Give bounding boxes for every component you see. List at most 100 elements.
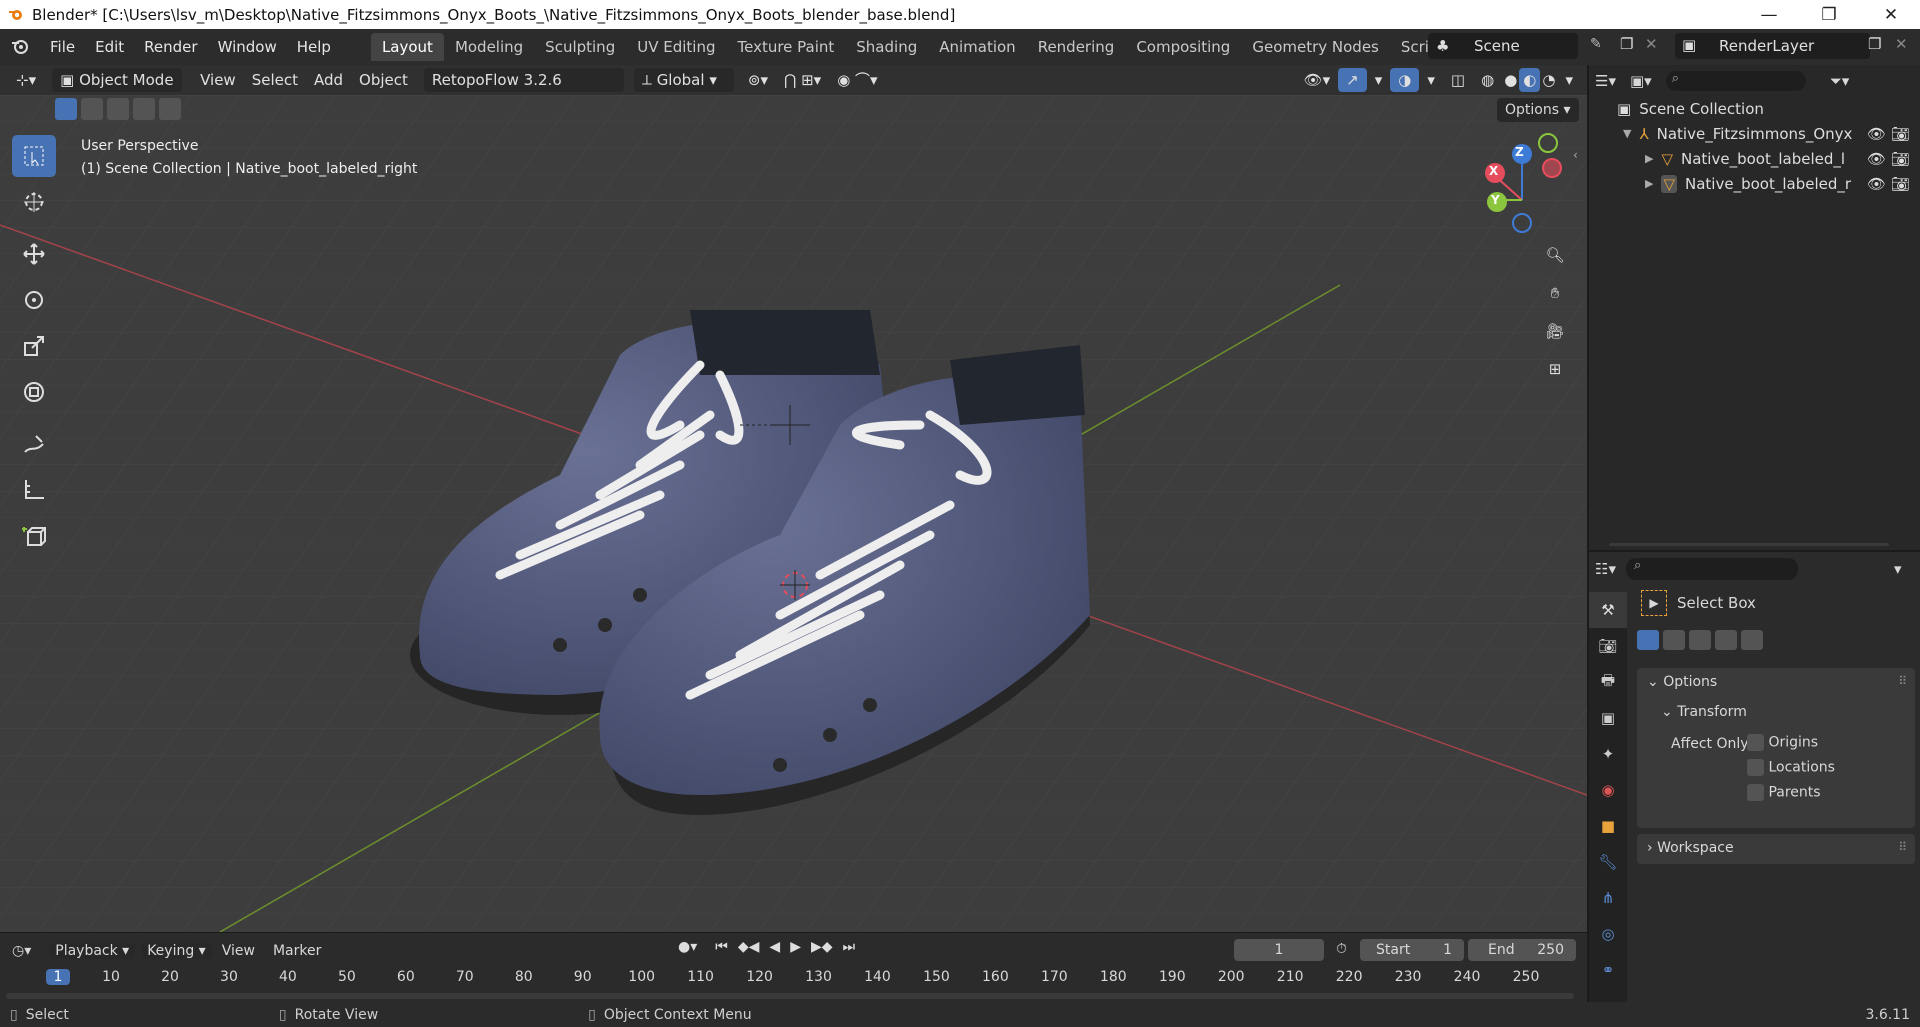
- render-camera-icon[interactable]: 📷︎: [1891, 125, 1910, 143]
- workspace-panel-header[interactable]: › Workspace: [1647, 840, 1734, 856]
- render-camera-icon[interactable]: 📷︎: [1891, 150, 1910, 168]
- gizmo-dropdown-icon[interactable]: ▾: [1367, 68, 1391, 92]
- menu-render[interactable]: Render: [134, 33, 207, 61]
- timeline-menu-marker[interactable]: Marker: [273, 943, 321, 959]
- properties-options-icon[interactable]: ▾: [1894, 560, 1902, 578]
- timeline-menu-playback[interactable]: Playback ▾: [49, 943, 136, 959]
- zoom-icon[interactable]: 🔍︎: [1536, 236, 1574, 274]
- object-tab-icon[interactable]: ■: [1589, 808, 1627, 844]
- start-frame-field[interactable]: Start 1: [1360, 939, 1464, 961]
- overlay-toggle-icon[interactable]: ◑: [1390, 68, 1420, 92]
- drag-handle-icon[interactable]: ⠿: [1898, 674, 1907, 688]
- particles-tab-icon[interactable]: ⋔: [1589, 880, 1627, 916]
- drag-handle-icon[interactable]: ⠿: [1898, 840, 1907, 854]
- menu-file[interactable]: File: [40, 33, 85, 61]
- parents-checkbox[interactable]: Parents: [1747, 784, 1821, 801]
- mode-selector[interactable]: ▣ Object Mode ▾: [52, 68, 183, 113]
- visibility-eye-icon[interactable]: 👁︎: [1867, 125, 1886, 143]
- outliner-scrollbar[interactable]: [1609, 543, 1889, 546]
- play-reverse-icon[interactable]: ◀: [769, 939, 780, 955]
- render-camera-icon[interactable]: 📷︎: [1891, 175, 1910, 193]
- properties-search-input[interactable]: ⌕: [1625, 558, 1798, 580]
- delete-view-layer-icon[interactable]: ✕: [1895, 35, 1908, 53]
- timeline-scrollbar[interactable]: [6, 993, 1574, 999]
- annotate-tool[interactable]: [12, 423, 56, 465]
- transform-tool[interactable]: [12, 371, 56, 413]
- outliner-display-mode-icon[interactable]: ▣▾: [1630, 72, 1652, 90]
- cursor-tool[interactable]: [12, 181, 56, 223]
- add-cube-tool[interactable]: [12, 515, 56, 557]
- mode-extend-icon[interactable]: [1663, 630, 1685, 650]
- wireframe-shading-icon[interactable]: ◍: [1473, 68, 1502, 92]
- viewport-menu-view[interactable]: View: [192, 68, 244, 92]
- viewport-menu-object[interactable]: Object: [351, 68, 416, 92]
- solid-shading-icon[interactable]: ●: [1502, 68, 1519, 92]
- ortho-grid-icon[interactable]: ⊞: [1536, 350, 1574, 388]
- overlay-dropdown-icon[interactable]: ▾: [1419, 68, 1443, 92]
- viewport-menu-add[interactable]: Add: [306, 68, 351, 92]
- transform-subpanel-header[interactable]: ⌄ Transform: [1661, 704, 1747, 720]
- delete-scene-icon[interactable]: ✕: [1645, 35, 1658, 53]
- camera-view-icon[interactable]: 🎥︎: [1536, 312, 1574, 350]
- snap-icon[interactable]: ⋂ ⊞▾: [776, 68, 829, 92]
- scene-selector[interactable]: Scene: [1428, 33, 1578, 59]
- mode-subtract-icon[interactable]: [1689, 630, 1711, 650]
- visibility-eye-icon[interactable]: 👁︎: [1867, 150, 1886, 168]
- render-tab-icon[interactable]: 📷︎: [1589, 628, 1627, 664]
- 3d-viewport[interactable]: Z X Y Options ▾ User Perspective (1) Sce…: [0, 95, 1587, 932]
- new-view-layer-icon[interactable]: ❐: [1868, 35, 1881, 53]
- menu-help[interactable]: Help: [287, 33, 341, 61]
- outliner-search-input[interactable]: ⌕: [1665, 71, 1806, 91]
- tab-geometry-nodes[interactable]: Geometry Nodes: [1241, 33, 1390, 61]
- tab-compositing[interactable]: Compositing: [1125, 33, 1241, 61]
- material-shading-icon[interactable]: ◐: [1519, 68, 1541, 92]
- world-tab-icon[interactable]: ◉: [1589, 772, 1627, 808]
- tab-layout[interactable]: Layout: [370, 33, 444, 61]
- viewport-menu-select[interactable]: Select: [244, 68, 306, 92]
- editor-type-icon[interactable]: ⊹▾: [8, 68, 44, 92]
- stopwatch-icon[interactable]: ⏱: [1336, 941, 1347, 957]
- select-subtract-icon[interactable]: [107, 98, 129, 120]
- rotate-tool[interactable]: [12, 279, 56, 321]
- select-new-icon[interactable]: [55, 98, 77, 120]
- checkbox-icon[interactable]: [1747, 759, 1764, 776]
- close-button[interactable]: ✕: [1862, 0, 1920, 29]
- view-layer-tab-icon[interactable]: ▣: [1589, 700, 1627, 736]
- constraints-tab-icon[interactable]: ⚭: [1589, 952, 1627, 988]
- visibility-icon[interactable]: 👁▾: [1296, 68, 1339, 92]
- checkbox-icon[interactable]: [1747, 784, 1764, 801]
- properties-editor-icon[interactable]: ☷▾: [1595, 560, 1616, 578]
- filter-icon[interactable]: ⏷▾: [1830, 72, 1850, 90]
- jump-start-icon[interactable]: ⏮: [715, 939, 728, 955]
- tab-shading[interactable]: Shading: [845, 33, 928, 61]
- shading-dropdown-icon[interactable]: ▾: [1557, 68, 1581, 92]
- outliner-item[interactable]: ▼ ⅄ Native_Fitzsimmons_Onyx 👁︎ 📷︎: [1589, 121, 1920, 146]
- prev-keyframe-icon[interactable]: ◆◀: [738, 939, 760, 955]
- proportional-edit-icon[interactable]: ◉ ⌒▾: [829, 68, 885, 92]
- maximize-button[interactable]: ❐: [1800, 0, 1858, 29]
- menu-window[interactable]: Window: [208, 33, 287, 61]
- physics-tab-icon[interactable]: ◎: [1589, 916, 1627, 952]
- origins-checkbox[interactable]: Origins: [1747, 734, 1818, 751]
- move-tool[interactable]: [12, 233, 56, 275]
- tab-uv-editing[interactable]: UV Editing: [626, 33, 726, 61]
- pin-icon[interactable]: ✎: [1590, 36, 1602, 52]
- workspace-panel[interactable]: › Workspace ⠿: [1637, 834, 1915, 864]
- tab-modeling[interactable]: Modeling: [444, 33, 534, 61]
- modifier-tab-icon[interactable]: 🔧︎: [1589, 844, 1627, 880]
- mode-invert-icon[interactable]: [1715, 630, 1737, 650]
- next-keyframe-icon[interactable]: ▶◆: [811, 939, 833, 955]
- play-icon[interactable]: ▶: [790, 939, 801, 955]
- retopoflow-menu[interactable]: RetopoFlow 3.2.6 (github) ▾: [423, 68, 624, 113]
- select-intersect-icon[interactable]: [159, 98, 181, 120]
- new-scene-icon[interactable]: ❐: [1620, 35, 1633, 53]
- scene-tab-icon[interactable]: ✦: [1589, 736, 1627, 772]
- expand-arrow-icon[interactable]: ▼: [1623, 127, 1631, 140]
- tab-animation[interactable]: Animation: [928, 33, 1026, 61]
- transform-orientation[interactable]: ⟂ Global ▾: [633, 68, 734, 92]
- current-frame-marker[interactable]: 1: [46, 969, 70, 985]
- current-frame-field[interactable]: 1: [1234, 939, 1324, 961]
- mode-intersect-icon[interactable]: [1741, 630, 1763, 650]
- select-invert-icon[interactable]: [133, 98, 155, 120]
- minimize-button[interactable]: —: [1740, 0, 1798, 29]
